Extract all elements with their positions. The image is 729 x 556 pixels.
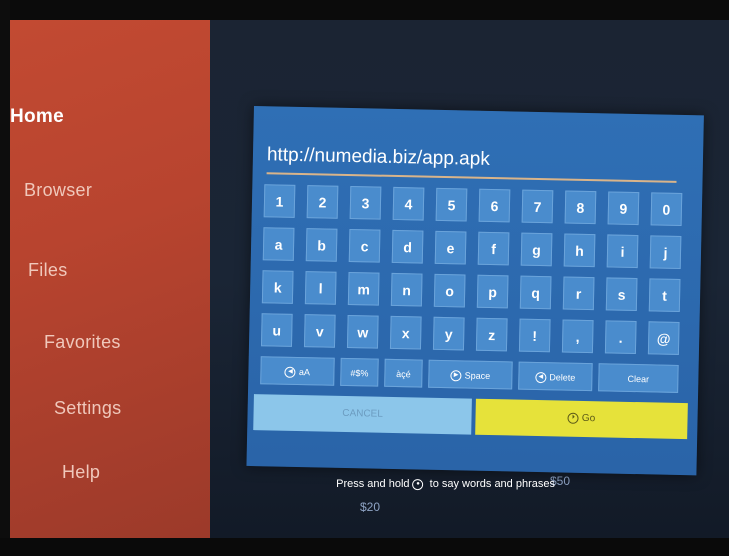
key[interactable]: m xyxy=(347,272,380,306)
keyboard: 1 2 3 4 5 6 7 8 9 0 a b c d e f g h i j … xyxy=(254,106,704,393)
remote-button-icon: ◀ xyxy=(535,372,547,384)
remote-button-icon: ◀ xyxy=(284,366,297,379)
space-key[interactable]: ▶ Space xyxy=(428,359,513,390)
background-amount: $20 xyxy=(360,500,381,514)
key[interactable]: v xyxy=(303,314,336,348)
key[interactable]: z xyxy=(475,317,508,352)
key[interactable]: n xyxy=(390,272,423,307)
key[interactable]: d xyxy=(391,229,424,264)
key[interactable]: p xyxy=(476,274,509,309)
key[interactable]: e xyxy=(434,230,467,265)
key[interactable]: t xyxy=(648,278,681,312)
key[interactable]: ! xyxy=(518,318,551,353)
key[interactable]: 3 xyxy=(349,186,382,220)
remote-button-icon: ▶ xyxy=(450,370,462,382)
delete-key[interactable]: ◀ Delete xyxy=(518,361,593,392)
key[interactable]: s xyxy=(605,277,638,312)
key[interactable]: 8 xyxy=(564,190,597,225)
sidebar-item-home[interactable]: Home xyxy=(10,106,64,128)
key[interactable]: 0 xyxy=(650,192,683,226)
voice-hint: Press and hold ● to say words and phrase… xyxy=(336,478,555,491)
key[interactable]: 1 xyxy=(263,184,296,218)
key[interactable]: , xyxy=(561,319,594,354)
url-input-value: http://numedia.biz/app.apk xyxy=(266,144,491,170)
key[interactable]: b xyxy=(305,228,338,262)
key[interactable]: q xyxy=(519,275,552,310)
clear-key[interactable]: Clear xyxy=(598,363,679,393)
key[interactable]: u xyxy=(260,313,293,347)
key[interactable]: 6 xyxy=(478,188,511,223)
microphone-icon: ● xyxy=(412,478,424,490)
tv-bezel-top xyxy=(0,0,729,20)
tv-bezel-bottom xyxy=(0,538,729,556)
key[interactable]: 2 xyxy=(306,185,339,219)
key[interactable]: y xyxy=(432,316,465,351)
sidebar-item-browser[interactable]: Browser xyxy=(24,180,92,201)
key[interactable]: 4 xyxy=(392,186,425,221)
key[interactable]: c xyxy=(348,229,381,263)
remote-button-icon: ⏵ xyxy=(567,412,579,424)
case-toggle-key[interactable]: ◀ aA xyxy=(260,356,335,386)
key[interactable]: g xyxy=(520,232,553,267)
accents-key[interactable]: àçé xyxy=(384,358,423,388)
key[interactable]: o xyxy=(433,273,466,308)
cancel-button[interactable]: CANCEL xyxy=(253,394,472,435)
sidebar-item-favorites[interactable]: Favorites xyxy=(44,332,121,353)
key[interactable]: w xyxy=(346,315,379,349)
tv-screen: Home Browser Files Favorites Settings He… xyxy=(10,20,729,538)
key[interactable]: 9 xyxy=(607,191,640,226)
sidebar-item-settings[interactable]: Settings xyxy=(54,398,121,419)
go-button[interactable]: ⏵ Go xyxy=(475,398,688,440)
key[interactable]: 7 xyxy=(521,189,554,224)
sidebar-item-help[interactable]: Help xyxy=(62,462,100,483)
key[interactable]: x xyxy=(389,315,422,350)
key[interactable]: a xyxy=(262,227,295,261)
url-input[interactable]: http://numedia.biz/app.apk xyxy=(266,140,678,183)
key[interactable]: j xyxy=(649,235,682,269)
key[interactable]: r xyxy=(562,276,595,311)
key[interactable]: l xyxy=(304,271,337,305)
symbols-key[interactable]: #$% xyxy=(340,357,379,387)
key[interactable]: f xyxy=(477,231,510,266)
key[interactable]: . xyxy=(604,320,637,355)
sidebar: Home Browser Files Favorites Settings He… xyxy=(10,20,210,538)
url-entry-dialog: http://numedia.biz/app.apk 1 2 3 4 5 6 7… xyxy=(246,106,704,490)
key[interactable]: h xyxy=(563,233,596,268)
tv-bezel-left xyxy=(0,0,10,556)
key[interactable]: k xyxy=(261,270,294,304)
key[interactable]: @ xyxy=(647,321,680,355)
key[interactable]: i xyxy=(606,234,639,269)
sidebar-item-files[interactable]: Files xyxy=(28,260,68,281)
key[interactable]: 5 xyxy=(435,187,468,222)
